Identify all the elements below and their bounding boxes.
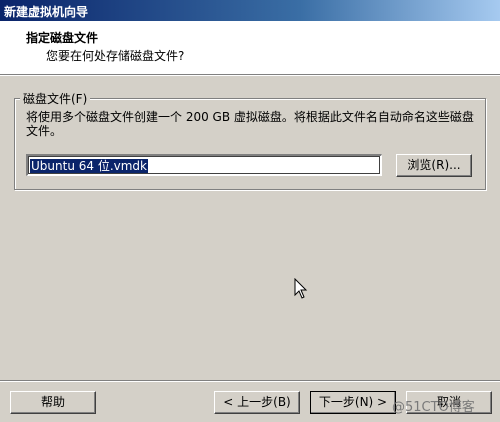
mouse-pointer-icon	[294, 278, 308, 299]
page-title: 指定磁盘文件	[26, 31, 99, 45]
disk-file-description: 将使用多个磁盘文件创建一个 200 GB 虚拟磁盘。将根据此文件名自动命名这些磁…	[26, 110, 474, 138]
browse-button[interactable]: 浏览(R)...	[396, 154, 472, 177]
next-button[interactable]: 下一步(N) >	[310, 391, 396, 414]
window-title-bar[interactable]: 新建虚拟机向导	[0, 0, 500, 21]
help-button[interactable]: 帮助	[10, 391, 96, 414]
watermark: @51CTO博客	[392, 400, 475, 415]
header-divider	[0, 75, 500, 76]
disk-file-input-value: Ubuntu 64 位.vmdk	[30, 159, 148, 173]
disk-file-group-label: 磁盘文件(F)	[20, 90, 91, 107]
footer-divider	[0, 380, 500, 382]
wizard-header: 指定磁盘文件 您要在何处存储磁盘文件?	[0, 21, 500, 75]
disk-file-input[interactable]: Ubuntu 64 位.vmdk	[26, 154, 382, 176]
back-button[interactable]: < 上一步(B)	[214, 391, 300, 414]
page-subtitle: 您要在何处存储磁盘文件?	[46, 49, 185, 63]
window-title: 新建虚拟机向导	[4, 5, 89, 19]
